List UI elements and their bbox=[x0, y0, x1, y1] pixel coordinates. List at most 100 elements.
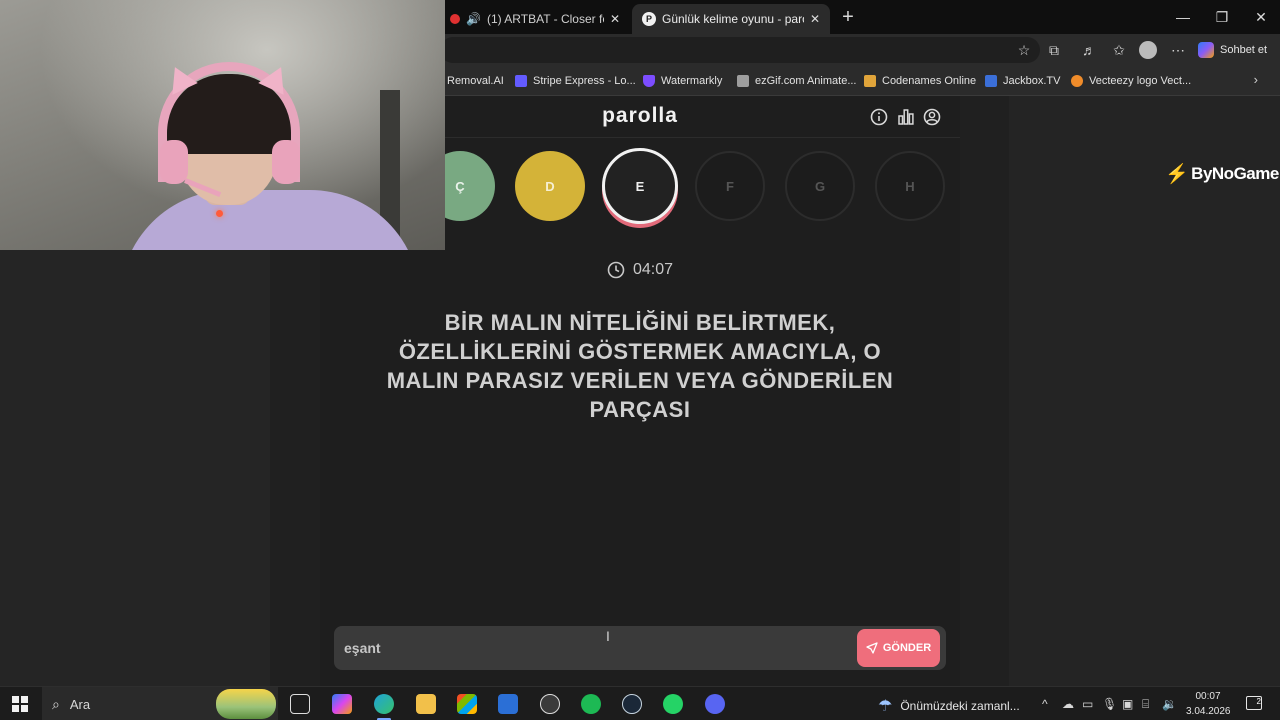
bookmark-label: Removal.AI bbox=[447, 75, 504, 87]
discord-icon[interactable] bbox=[705, 694, 725, 714]
minimize-button[interactable]: — bbox=[1163, 0, 1203, 34]
copilot-label: Sohbet et bbox=[1220, 44, 1268, 56]
notification-count: 2 bbox=[1256, 697, 1261, 706]
letter-char: E bbox=[635, 178, 645, 194]
cloud-icon[interactable]: ☁ bbox=[1062, 697, 1074, 711]
webcam-overlay bbox=[0, 0, 445, 250]
extensions-icon[interactable]: ⧉ bbox=[1045, 41, 1063, 59]
favorite-star-icon[interactable]: ☆ bbox=[1015, 41, 1033, 59]
headphone-cup-left bbox=[160, 140, 188, 184]
address-bar[interactable] bbox=[440, 37, 1040, 63]
bookmark-ezgif[interactable]: ezGif.com Animate... bbox=[737, 72, 856, 90]
reading-mode-icon[interactable]: ♬ bbox=[1080, 41, 1098, 59]
send-icon bbox=[866, 642, 878, 654]
letter-char: D bbox=[545, 178, 555, 194]
spotify-icon[interactable] bbox=[581, 694, 601, 714]
system-clock[interactable]: 00:07 3.04.2026 bbox=[1186, 689, 1231, 719]
ezgif-icon bbox=[737, 75, 749, 87]
new-tab-button[interactable]: + bbox=[838, 4, 858, 30]
bookmark-codenames[interactable]: Codenames Online bbox=[864, 72, 976, 90]
letter-char: H bbox=[905, 178, 915, 194]
chevron-right-icon[interactable]: › bbox=[1254, 72, 1258, 87]
notifications-icon[interactable]: 2 bbox=[1246, 696, 1262, 710]
network-icon[interactable]: ⌸ bbox=[1142, 697, 1149, 712]
search-label: Ara bbox=[69, 696, 91, 712]
vecteezy-icon bbox=[1071, 75, 1083, 87]
task-view-icon[interactable] bbox=[290, 694, 310, 714]
answer-input[interactable] bbox=[344, 634, 844, 662]
timer-value: 04:07 bbox=[632, 261, 674, 278]
volume-icon[interactable]: 🔉 bbox=[1162, 697, 1177, 711]
mail-icon[interactable] bbox=[498, 694, 518, 714]
tab-label: (1) ARTBAT - Closer feat. Who bbox=[486, 12, 604, 26]
letter-circle: D bbox=[515, 151, 585, 221]
bookmark-vecteezy[interactable]: Vecteezy logo Vect... bbox=[1071, 72, 1191, 90]
answer-bar: GÖNDER bbox=[334, 626, 946, 670]
battery-icon[interactable]: ▭ bbox=[1082, 697, 1093, 711]
info-icon[interactable] bbox=[870, 108, 888, 126]
taskbar: ⌕ Ara ☂ Önümüzdeki zamanl... ^ ☁ ▭ 🎙 ▣ ⌸… bbox=[0, 686, 1280, 720]
profile-avatar[interactable] bbox=[1139, 41, 1157, 59]
bynogame-mark-icon: ⚡ bbox=[1165, 164, 1189, 185]
favorites-icon[interactable]: ✩ bbox=[1110, 41, 1128, 59]
taskbar-search[interactable]: ⌕ Ara bbox=[42, 687, 278, 720]
bynogame-logo[interactable]: ⚡ ByNoGame bbox=[1165, 162, 1279, 186]
clock-icon bbox=[607, 261, 625, 279]
letter-circle: G bbox=[785, 151, 855, 221]
store-icon[interactable] bbox=[457, 694, 477, 714]
recording-dot-icon bbox=[450, 14, 460, 24]
bookmark-label: Jackbox.TV bbox=[1003, 75, 1061, 87]
edge-icon[interactable] bbox=[374, 694, 394, 714]
bookmark-label: ezGif.com Animate... bbox=[755, 75, 857, 87]
bookmark-watermarkly[interactable]: Watermarkly bbox=[643, 72, 722, 90]
weather-label: Önümüzdeki zamanl... bbox=[900, 699, 1020, 713]
question-text: BİR MALIN NİTELİĞİNİ BELİRTMEK, ÖZELLİKL… bbox=[386, 310, 894, 422]
letter-circle-current: E bbox=[602, 148, 678, 224]
bookmark-label: Watermarkly bbox=[661, 75, 723, 87]
send-label: GÖNDER bbox=[882, 642, 932, 654]
file-explorer-icon[interactable] bbox=[416, 694, 436, 714]
bookmark-stripe[interactable]: Stripe Express - Lo... bbox=[515, 72, 636, 90]
monitor-icon[interactable]: ▣ bbox=[1122, 697, 1133, 711]
letter-char: G bbox=[814, 178, 826, 194]
close-tab-icon[interactable]: ✕ bbox=[610, 12, 620, 26]
shield-icon bbox=[643, 75, 655, 87]
tab-label: Günlük kelime oyunu - parolla - K bbox=[662, 12, 804, 26]
send-button[interactable]: GÖNDER bbox=[857, 629, 940, 667]
windows-start-icon[interactable] bbox=[12, 696, 28, 712]
stats-icon[interactable] bbox=[897, 108, 915, 126]
search-icon: ⌕ bbox=[52, 695, 60, 712]
search-highlight-image bbox=[216, 689, 276, 719]
mic-led bbox=[216, 210, 223, 217]
steam-icon[interactable] bbox=[622, 694, 642, 714]
parolla-favicon-icon: P bbox=[642, 12, 656, 26]
clock-time: 00:07 bbox=[1195, 691, 1221, 702]
clock-date: 3.04.2026 bbox=[1186, 706, 1231, 717]
copilot-button[interactable]: Sohbet et bbox=[1198, 39, 1267, 61]
more-menu-icon[interactable]: ⋯ bbox=[1169, 41, 1187, 59]
maximize-button[interactable]: ❐ bbox=[1202, 0, 1242, 34]
umbrella-icon: ☂ bbox=[878, 698, 893, 715]
tab-parolla[interactable]: P Günlük kelime oyunu - parolla - K ✕ bbox=[632, 4, 830, 34]
chevron-up-icon[interactable]: ^ bbox=[1042, 697, 1048, 711]
stripe-icon bbox=[515, 75, 527, 87]
headphone-cup-right bbox=[272, 140, 300, 184]
codenames-icon bbox=[864, 75, 876, 87]
copilot-app-icon[interactable] bbox=[332, 694, 352, 714]
close-window-button[interactable]: ✕ bbox=[1241, 0, 1280, 34]
weather-widget[interactable]: ☂ Önümüzdeki zamanl... bbox=[878, 696, 1020, 716]
whatsapp-icon[interactable] bbox=[663, 694, 683, 714]
close-tab-icon[interactable]: ✕ bbox=[810, 12, 820, 26]
tab-artbat[interactable]: 🔊 (1) ARTBAT - Closer feat. Who ✕ bbox=[440, 4, 630, 34]
obs-icon[interactable] bbox=[540, 694, 560, 714]
bookmark-label: Vecteezy logo Vect... bbox=[1089, 75, 1192, 87]
speaker-icon[interactable]: 🔊 bbox=[466, 12, 481, 26]
bookmark-removal-ai[interactable]: Removal.AI bbox=[447, 72, 504, 90]
bookmark-jackbox[interactable]: Jackbox.TV bbox=[985, 72, 1060, 90]
user-icon[interactable] bbox=[923, 108, 941, 126]
microphone-icon[interactable]: 🎙 bbox=[1102, 697, 1117, 711]
text-cursor-icon: I bbox=[606, 628, 610, 644]
jackbox-icon bbox=[985, 75, 997, 87]
letter-circle: H bbox=[875, 151, 945, 221]
letter-circle: F bbox=[695, 151, 765, 221]
